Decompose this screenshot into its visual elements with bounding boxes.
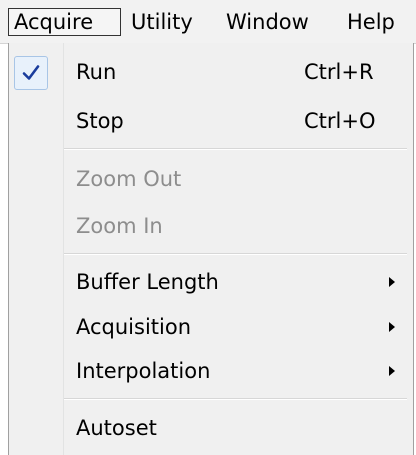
menu-help[interactable]: Help: [342, 8, 400, 36]
menu-item-label: Acquisition: [76, 315, 192, 339]
menu-item-label: Run: [76, 60, 117, 84]
menu-item-label: Buffer Length: [76, 270, 219, 294]
menu-item-label: Interpolation: [76, 359, 211, 383]
menu-separator: [64, 253, 407, 255]
acquire-dropdown-menu: Run Ctrl+R Stop Ctrl+O Zoom Out Zoom In …: [8, 43, 414, 455]
menu-item-zoom-out[interactable]: Zoom Out: [9, 155, 413, 205]
submenu-arrow-icon: [389, 322, 395, 332]
menu-separator: [64, 148, 407, 150]
submenu-arrow-icon: [389, 366, 395, 376]
menu-item-label: Zoom Out: [76, 167, 182, 191]
checkmark-icon: [22, 65, 40, 80]
menu-item-acquisition[interactable]: Acquisition: [9, 303, 413, 353]
menu-item-shortcut: Ctrl+R: [304, 60, 374, 84]
menu-separator: [64, 398, 407, 400]
menu-item-label: Zoom In: [76, 214, 163, 238]
menu-item-label: Stop: [76, 109, 124, 133]
menu-item-label: Autoset: [76, 416, 157, 440]
menu-item-run[interactable]: Run Ctrl+R: [9, 48, 413, 98]
check-highlight: [14, 56, 48, 90]
menu-window[interactable]: Window: [221, 8, 314, 36]
menu-item-stop[interactable]: Stop Ctrl+O: [9, 97, 413, 147]
menu-item-autoset[interactable]: Autoset: [9, 404, 413, 454]
menu-utility[interactable]: Utility: [126, 8, 198, 36]
menu-acquire[interactable]: Acquire: [8, 8, 121, 36]
menu-item-zoom-in[interactable]: Zoom In: [9, 202, 413, 252]
menu-item-buffer-length[interactable]: Buffer Length: [9, 258, 413, 308]
menu-bar: Acquire Utility Window Help: [0, 0, 416, 44]
menu-item-interpolation[interactable]: Interpolation: [9, 347, 413, 397]
submenu-arrow-icon: [389, 277, 395, 287]
menu-item-shortcut: Ctrl+O: [304, 109, 376, 133]
